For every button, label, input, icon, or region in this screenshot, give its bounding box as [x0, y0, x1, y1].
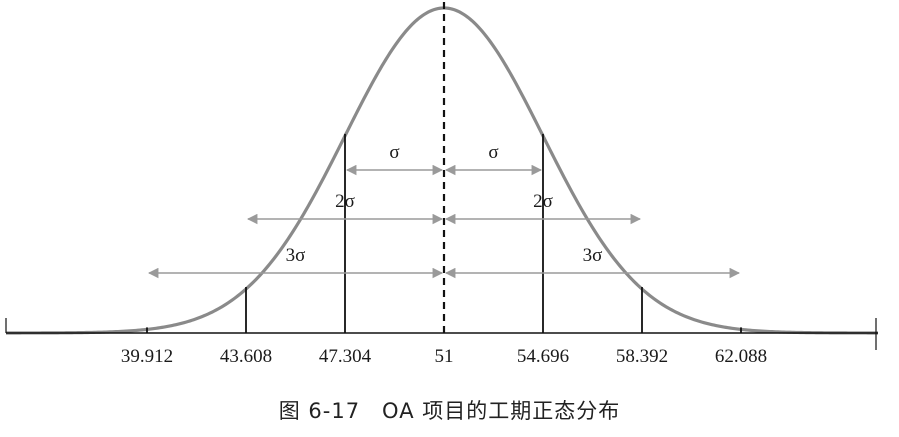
tick-label: 47.304	[319, 346, 372, 367]
normal-distribution-figure: 39.912 43.608 47.304 51 54.696 58.392 62.088 σ σ…	[5, 2, 878, 367]
sigma-interval-label: 2σ	[533, 191, 553, 212]
sigma-interval-label: 2σ	[335, 191, 355, 212]
tick-label: 51	[435, 346, 454, 367]
tick-label: 58.392	[616, 346, 668, 367]
sigma-interval-label: 3σ	[286, 245, 306, 266]
tick-label: 43.608	[220, 346, 272, 367]
sigma-interval-label: σ	[488, 142, 498, 163]
sigma-interval-label: σ	[389, 142, 399, 163]
sigma-interval-label: 3σ	[583, 245, 603, 266]
tick-label: 39.912	[121, 346, 173, 367]
tick-label: 54.696	[517, 346, 569, 367]
figure-caption: 图 6-17 OA 项目的工期正态分布	[278, 399, 621, 423]
tick-label: 62.088	[715, 346, 767, 367]
